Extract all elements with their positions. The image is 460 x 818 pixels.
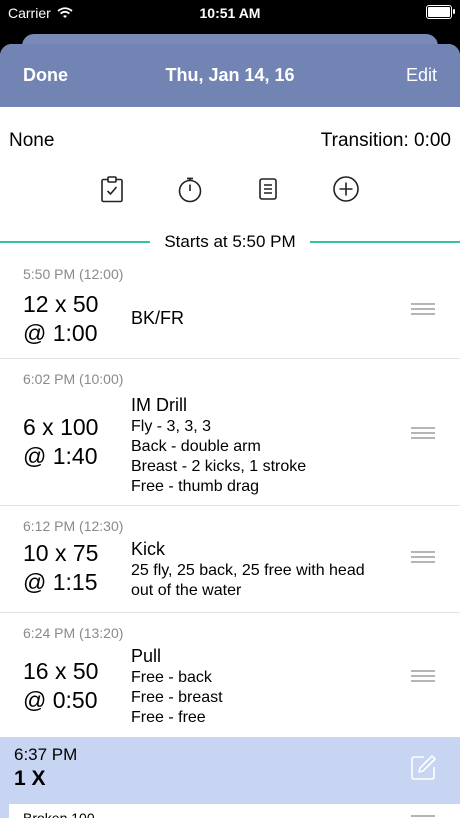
set-line: Free - back (131, 669, 212, 686)
nav-bar: Done Thu, Jan 14, 16 Edit (0, 44, 460, 107)
round-set-row[interactable]: Broken 100 (9, 804, 460, 818)
set-reps-count: 10 x 75 (23, 540, 99, 566)
status-bar: Carrier 10:51 AM (0, 0, 460, 30)
edit-button[interactable]: Edit (406, 65, 437, 86)
set-title: Kick (131, 539, 166, 559)
reorder-handle-icon[interactable] (411, 670, 435, 682)
set-time: 6:12 PM (12:30) (23, 518, 124, 534)
set-line: Breast - 2 kicks, 1 stroke (131, 458, 307, 475)
workout-type-label[interactable]: None (9, 130, 54, 152)
set-line: Free - thumb drag (131, 478, 260, 495)
set-line: 25 fly, 25 back, 25 free with head (131, 562, 365, 579)
reorder-handle-icon[interactable] (411, 303, 435, 315)
battery-icon (426, 5, 455, 19)
set-reps-count: 6 x 100 (23, 414, 99, 440)
set-description: BK/FR (131, 306, 184, 330)
set-description: Kick 25 fly, 25 back, 25 free with head … (131, 537, 365, 601)
reorder-handle-icon[interactable] (411, 427, 435, 439)
set-line: out of the water (131, 582, 242, 599)
set-title: IM Drill (131, 395, 187, 415)
set-interval: @ 1:40 (23, 443, 98, 469)
action-toolbar (0, 174, 460, 208)
set-line: BK/FR (131, 308, 185, 328)
set-reps: 16 x 50 @ 0:50 (23, 657, 98, 715)
set-interval: @ 0:50 (23, 687, 98, 713)
info-row: None Transition: 0:00 (0, 107, 460, 167)
set-description: Pull Free - back Free - breast Free - fr… (131, 644, 223, 728)
set-time: 6:02 PM (10:00) (23, 371, 124, 387)
stopwatch-icon[interactable] (175, 174, 205, 204)
set-row[interactable]: 6:24 PM (13:20) 16 x 50 @ 0:50 Pull Free… (0, 613, 460, 739)
set-interval: @ 1:00 (23, 320, 98, 346)
start-time-divider: Starts at 5:50 PM (0, 232, 460, 252)
set-description: IM Drill Fly - 3, 3, 3 Back - double arm… (131, 393, 306, 497)
round-set-label: Broken 100 (23, 810, 95, 818)
set-line: Free - free (131, 709, 206, 726)
set-row[interactable]: 6:02 PM (10:00) 6 x 100 @ 1:40 IM Drill … (0, 359, 460, 506)
round-count: 1 X (14, 767, 46, 790)
set-reps-count: 16 x 50 (23, 658, 99, 684)
set-reps-count: 12 x 50 (23, 291, 99, 317)
page-title: Thu, Jan 14, 16 (165, 65, 295, 85)
set-line: Fly - 3, 3, 3 (131, 418, 212, 435)
notes-icon[interactable] (253, 174, 283, 204)
transition-label[interactable]: Transition: 0:00 (321, 130, 451, 152)
reorder-handle-icon[interactable] (411, 551, 435, 563)
set-title: Pull (131, 646, 162, 666)
round-time: 6:37 PM (14, 745, 78, 764)
add-circle-icon[interactable] (331, 174, 361, 204)
starts-label: Starts at 5:50 PM (158, 232, 302, 251)
workout-sheet: Done Thu, Jan 14, 16 Edit None Transitio… (0, 44, 460, 818)
edit-round-icon[interactable] (408, 753, 438, 783)
set-list: 5:50 PM (12:00) 12 x 50 @ 1:00 BK/FR 6:0… (0, 254, 460, 739)
set-line: Free - breast (131, 689, 223, 706)
set-line: Back - double arm (131, 438, 261, 455)
set-reps: 12 x 50 @ 1:00 (23, 290, 98, 348)
set-time: 5:50 PM (12:00) (23, 266, 124, 282)
set-interval: @ 1:15 (23, 569, 98, 595)
set-row[interactable]: 5:50 PM (12:00) 12 x 50 @ 1:00 BK/FR (0, 254, 460, 359)
status-time: 10:51 AM (199, 5, 261, 21)
set-reps: 10 x 75 @ 1:15 (23, 539, 98, 597)
set-reps: 6 x 100 @ 1:40 (23, 413, 98, 471)
clipboard-check-icon[interactable] (97, 174, 127, 204)
set-time: 6:24 PM (13:20) (23, 625, 124, 641)
set-row[interactable]: 6:12 PM (12:30) 10 x 75 @ 1:15 Kick 25 f… (0, 506, 460, 613)
